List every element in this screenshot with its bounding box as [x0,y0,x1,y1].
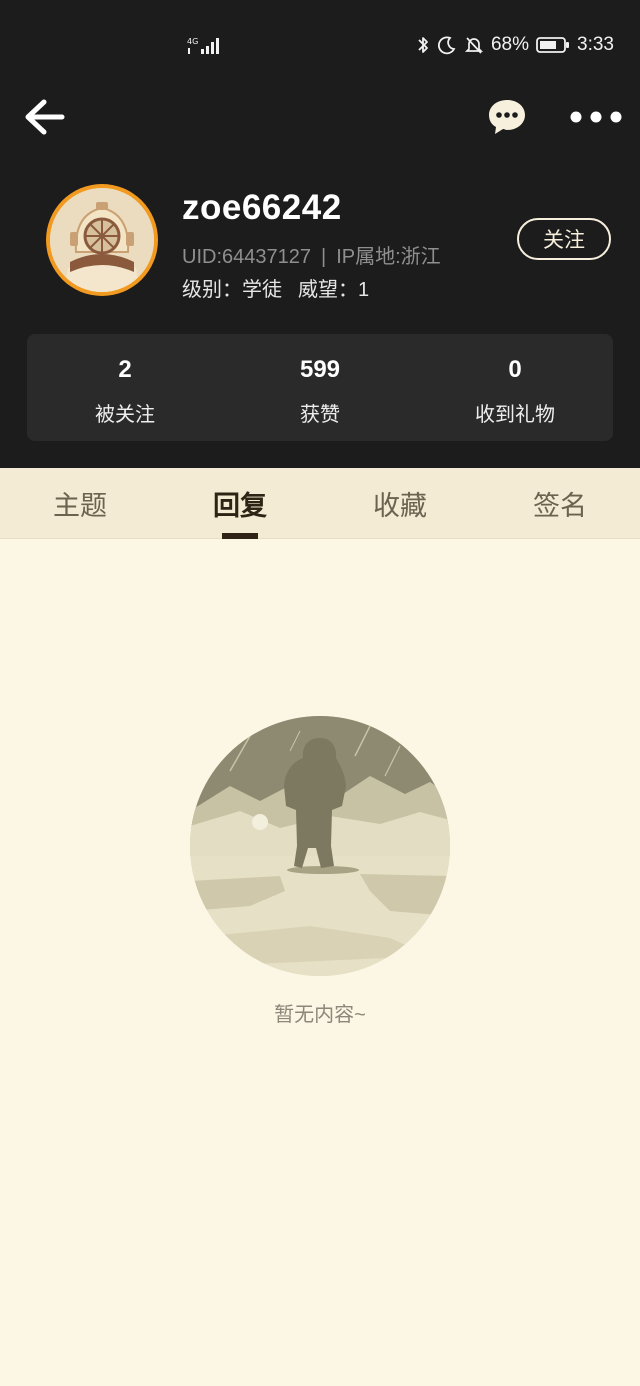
avatar-image [50,188,154,292]
chat-bubble-icon [489,100,525,134]
battery-icon [536,37,570,53]
stat-label: 获赞 [300,404,340,426]
chat-button[interactable] [486,96,528,138]
ip-location: IP属地:浙江 [336,246,441,268]
uid-ip-line: UID:64437127 | IP属地:浙江 [182,240,441,269]
empty-state-text: 暂无内容~ [274,1004,366,1026]
tab-topics[interactable]: 主题 [0,468,160,538]
username: zoe66242 [182,188,342,227]
stats-panel: 2 被关注 599 获赞 0 收到礼物 [27,334,613,441]
battery-percent: 68% [490,34,530,55]
empty-state-illustration [190,716,450,976]
avatar[interactable] [46,184,158,296]
more-options-button[interactable] [566,104,626,130]
stat-gifts[interactable]: 0 收到礼物 [417,334,613,441]
user-level: 级别：学徒 [182,279,282,301]
do-not-disturb-moon-icon [437,36,456,55]
stat-value: 599 [299,356,341,383]
cellular-signal-icon: 4G [187,37,219,54]
user-uid: UID:64437127 [182,246,311,268]
clock-time: 3:33 [577,34,614,55]
diving-helmet-icon [50,188,154,292]
tab-replies[interactable]: 回复 [160,468,320,538]
stat-followers[interactable]: 2 被关注 [27,334,223,441]
bluetooth-icon [418,37,428,53]
status-right-group: 68% 3:33 [417,34,614,56]
tab-bar: 主题 回复 收藏 签名 [0,468,640,539]
stat-value: 2 [118,356,132,383]
separator: | [320,246,327,268]
astronaut-landscape-icon [190,716,450,976]
stat-label: 被关注 [95,404,155,426]
status-bar: 4G 68% 3:33 [0,0,640,92]
profile-page: 4G 68% 3:33 zoe66242 UID:64437127 | IP属地… [0,0,640,1386]
tab-favorites[interactable]: 收藏 [320,468,480,538]
level-line: 级别：学徒 威望：1 [182,273,369,302]
follow-button[interactable]: 关注 [517,218,611,260]
more-dots-icon [570,111,622,123]
back-arrow-icon [25,99,65,135]
bell-muted-icon [464,37,484,54]
stat-label: 收到礼物 [475,404,555,426]
user-prestige: 威望：1 [298,279,370,301]
stat-value: 0 [508,356,522,383]
back-button[interactable] [22,96,68,138]
tab-signature[interactable]: 签名 [480,468,640,538]
network-type-label: 4G [187,37,198,46]
stat-likes[interactable]: 599 获赞 [222,334,418,441]
active-tab-indicator [222,533,258,539]
